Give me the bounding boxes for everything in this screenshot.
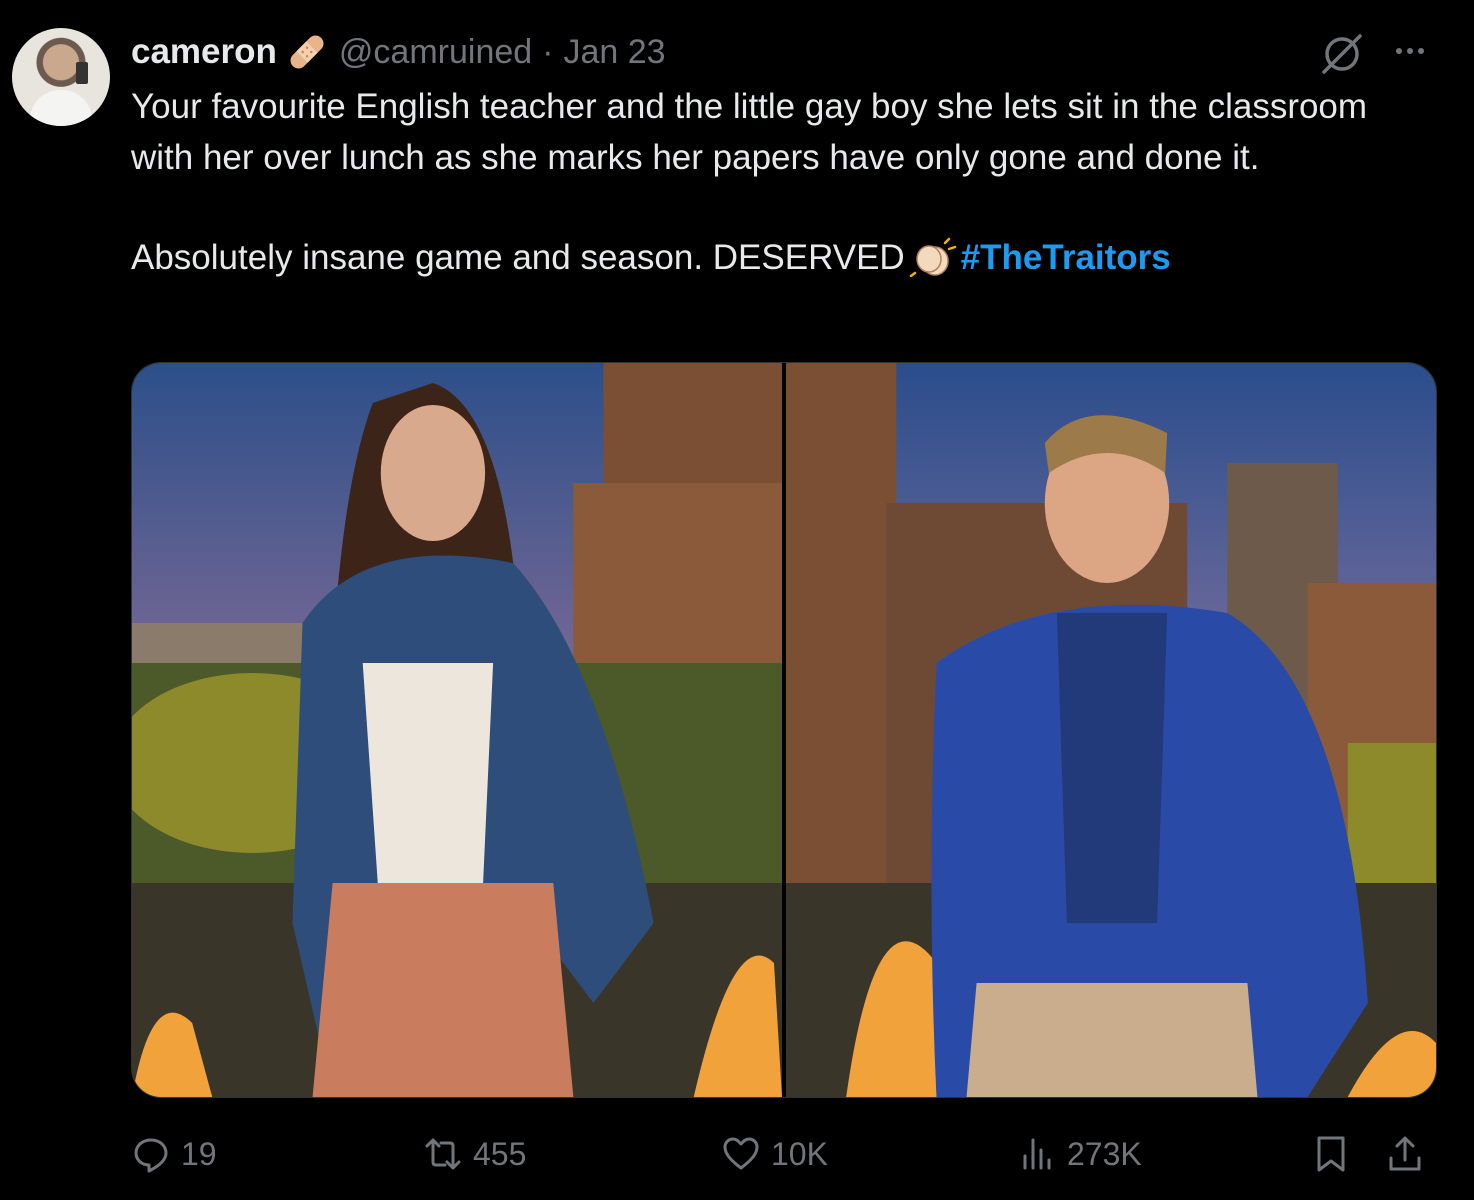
media-image-left[interactable] — [132, 363, 782, 1097]
tweet-card[interactable]: cameron @camruined · Jan 23 Your favouri… — [0, 0, 1474, 1200]
heart-icon — [723, 1137, 759, 1170]
media-grid[interactable] — [131, 362, 1437, 1098]
tweet-body-line-1: Your favourite English teacher and the l… — [131, 87, 1368, 177]
header-separator: · — [542, 32, 554, 71]
reply-icon — [134, 1138, 168, 1173]
media-image-right[interactable] — [786, 363, 1436, 1097]
bandage-icon — [285, 30, 329, 74]
reply-count: 19 — [181, 1135, 217, 1172]
tweet-header: cameron @camruined · Jan 23 — [131, 30, 666, 74]
views-count: 273K — [1067, 1135, 1142, 1172]
action-bar: 19 455 10K 273K — [131, 1128, 1435, 1180]
retweet-icon — [425, 1138, 461, 1170]
tweet-text: Your favourite English teacher and the l… — [131, 82, 1431, 284]
hashtag-link[interactable]: #TheTraitors — [961, 238, 1171, 277]
more-options-icon[interactable] — [1388, 36, 1432, 66]
tweet-date[interactable]: Jan 23 — [564, 33, 666, 72]
bookmark-button[interactable] — [1311, 1128, 1351, 1180]
share-icon — [1389, 1136, 1421, 1171]
share-button[interactable] — [1385, 1128, 1425, 1180]
grok-icon[interactable] — [1318, 30, 1366, 78]
retweet-button[interactable]: 455 — [423, 1128, 526, 1180]
bookmark-icon — [1317, 1136, 1345, 1172]
avatar-phone — [76, 62, 88, 84]
views-button[interactable]: 273K — [1017, 1128, 1142, 1180]
tweet-body-line-2-text: Absolutely insane game and season. DESER… — [131, 238, 905, 277]
retweet-count: 455 — [473, 1135, 527, 1172]
tweet-body-line-2: Absolutely insane game and season. DESER… — [131, 233, 1431, 284]
avatar-shirt — [30, 90, 92, 126]
like-count: 10K — [771, 1135, 828, 1172]
reply-button[interactable]: 19 — [131, 1128, 217, 1180]
avatar[interactable] — [12, 28, 110, 126]
clapping-hands-icon — [909, 237, 957, 278]
views-chart-icon — [1023, 1138, 1051, 1170]
like-button[interactable]: 10K — [721, 1128, 828, 1180]
author-handle[interactable]: @camruined — [339, 33, 532, 72]
author-name[interactable]: cameron — [131, 32, 277, 72]
